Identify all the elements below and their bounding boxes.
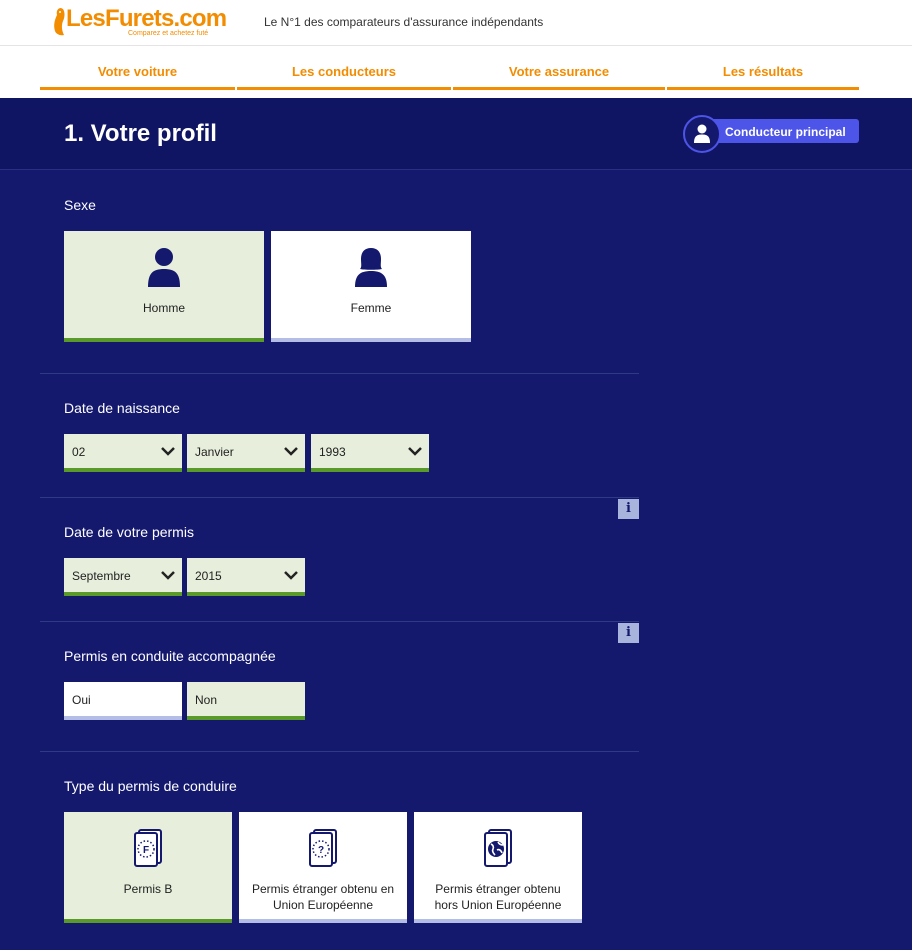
accompanied-option-non[interactable]: Non [187,682,305,720]
brand-name: LesFurets.com [66,5,227,32]
licence-month-value: Septembre [72,569,131,583]
chevron-down-icon [161,447,175,456]
birthdate-year-value: 1993 [319,445,346,459]
info-icon[interactable]: i [618,499,639,519]
woman-icon [271,247,471,287]
man-icon [64,247,264,287]
step-votre-assurance[interactable]: Votre assurance [453,46,665,90]
chevron-down-icon [408,447,422,456]
sexe-option-homme-label: Homme [142,301,185,315]
licence-type-option-eu-label-line2: Union Européenne [272,898,374,912]
licence-date-label: Date de votre permis [64,524,194,540]
licence-type-option-permis-b-label: Permis B [123,882,173,896]
step-les-conducteurs[interactable]: Les conducteurs [237,46,451,90]
logo[interactable]: LesFurets.com Comparez et achetez futé [52,5,230,39]
birthdate-day-value: 02 [72,445,86,459]
header-slogan: Le N°1 des comparateurs d'assurance indé… [264,15,544,29]
steps-nav: Votre voiture Les conducteurs Votre assu… [0,46,912,98]
licence-type-label: Type du permis de conduire [64,778,237,794]
licence-month-select[interactable]: Septembre [64,558,182,596]
user-icon [683,115,721,153]
chevron-down-icon [161,571,175,580]
accompanied-label: Permis en conduite accompagnée [64,648,276,664]
french-licence-icon: F [64,828,232,868]
licence-type-option-eu[interactable]: ? Permis étranger obtenu en Union Europé… [239,812,407,923]
licence-type-option-eu-label-line1: Permis étranger obtenu en [251,882,395,896]
licence-year-value: 2015 [195,569,222,583]
brand-tagline: Comparez et achetez futé [128,30,209,37]
page-title: 1. Votre profil [64,120,217,147]
title-band: 1. Votre profil Conducteur principal [0,98,912,170]
top-header: LesFurets.com Comparez et achetez futé L… [0,0,912,46]
sexe-option-femme[interactable]: Femme [271,231,471,342]
step-les-resultats[interactable]: Les résultats [667,46,859,90]
licence-type-option-permis-b[interactable]: F Permis B [64,812,232,923]
birthdate-month-select[interactable]: Janvier [187,434,305,472]
step-votre-voiture[interactable]: Votre voiture [40,46,235,90]
birthdate-label: Date de naissance [64,400,180,416]
birthdate-year-select[interactable]: 1993 [311,434,429,472]
sexe-option-homme[interactable]: Homme [64,231,264,342]
driver-badge-label: Conducteur principal [703,119,859,143]
chevron-down-icon [284,571,298,580]
world-licence-icon [414,828,582,868]
info-icon[interactable]: i [618,623,639,643]
licence-type-option-non-eu-label-line2: hors Union Européenne [434,898,562,912]
eu-licence-icon: ? [239,828,407,868]
sexe-option-femme-label: Femme [350,301,392,315]
sexe-label: Sexe [64,197,96,213]
licence-type-option-non-eu-label-line1: Permis étranger obtenu [435,882,561,896]
svg-text:?: ? [318,845,324,856]
licence-type-option-non-eu[interactable]: Permis étranger obtenu hors Union Europé… [414,812,582,923]
accompanied-option-oui[interactable]: Oui [64,682,182,720]
svg-text:F: F [143,845,149,856]
birthdate-month-value: Janvier [195,445,234,459]
chevron-down-icon [284,447,298,456]
licence-year-select[interactable]: 2015 [187,558,305,596]
birthdate-day-select[interactable]: 02 [64,434,182,472]
